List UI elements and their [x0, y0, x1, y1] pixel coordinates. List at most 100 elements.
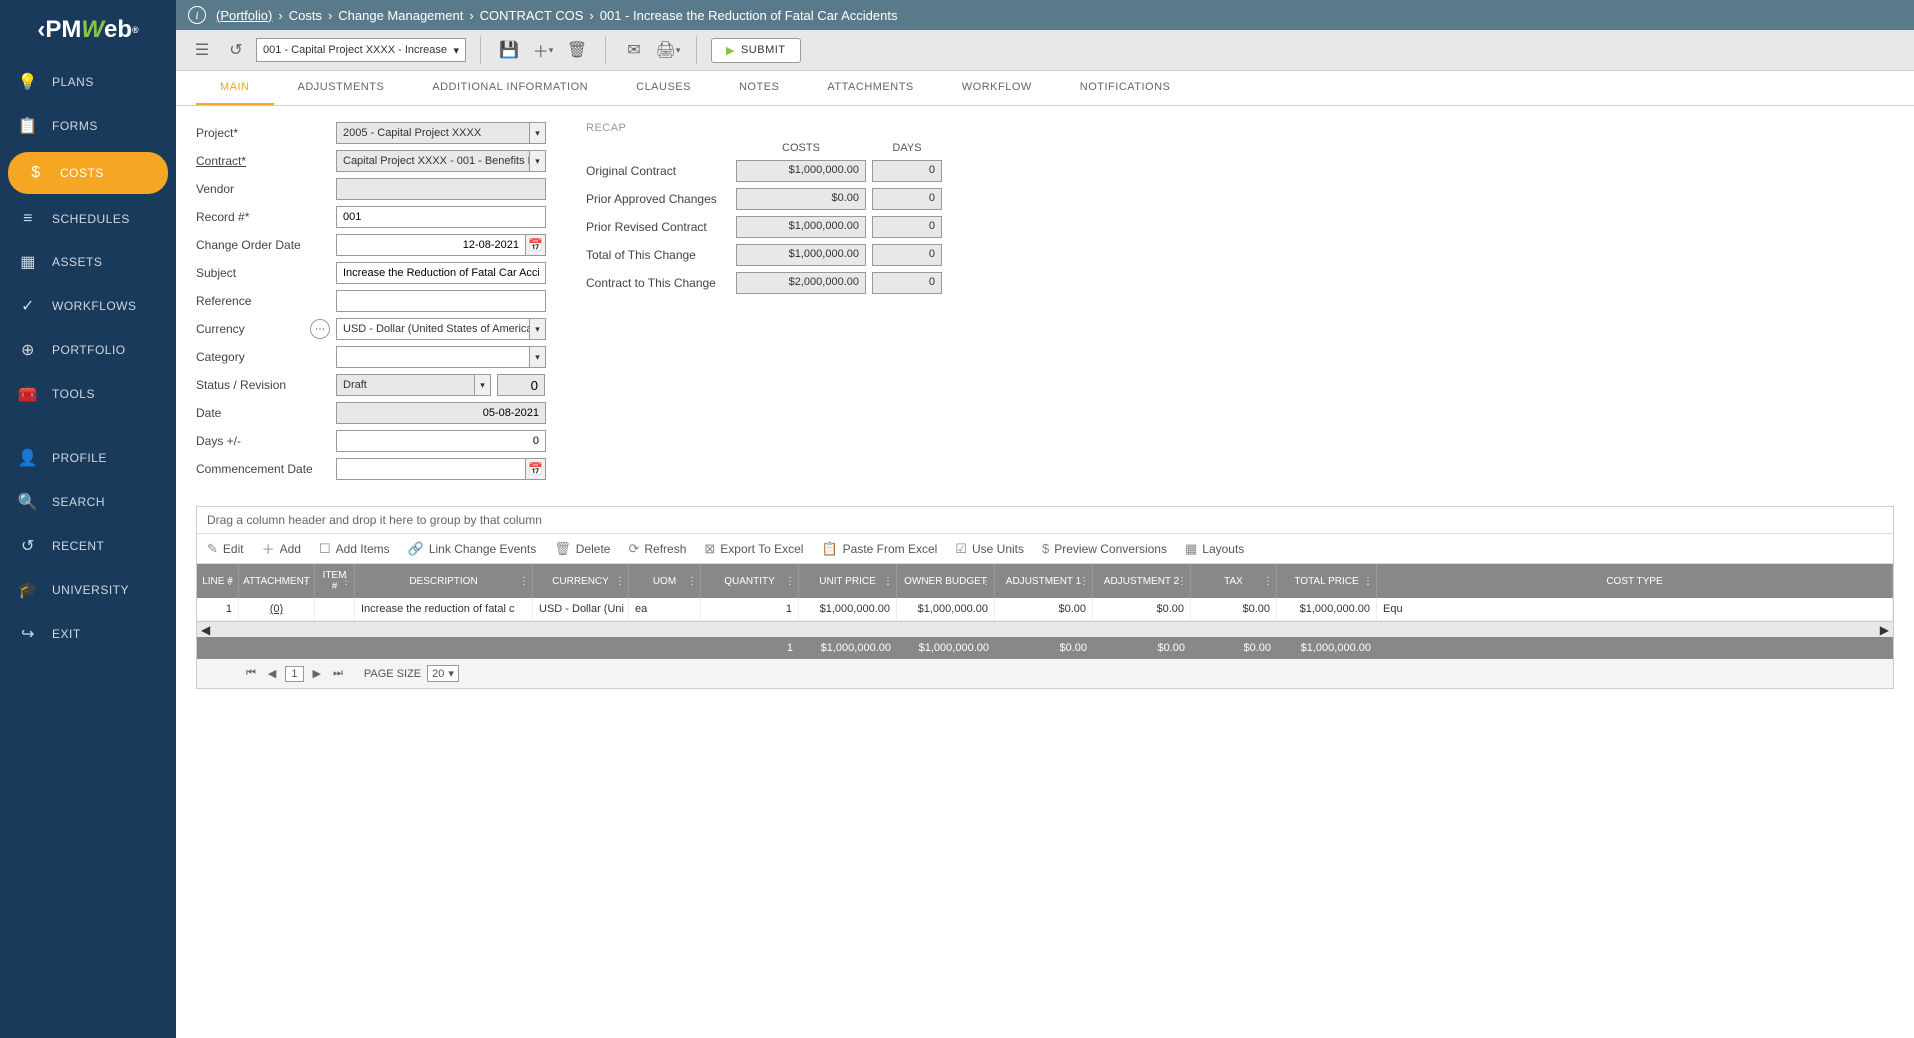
nav-schedules[interactable]: ≡SCHEDULES — [0, 198, 176, 240]
print-icon[interactable]: 🖨▾ — [654, 36, 682, 64]
add-items-button[interactable]: ☐Add Items — [319, 541, 390, 557]
col-adjustment-1[interactable]: ADJUSTMENT 1⋮ — [995, 564, 1093, 598]
info-icon[interactable]: i — [188, 6, 206, 24]
calendar-icon[interactable]: 📅 — [526, 234, 546, 256]
nav-costs[interactable]: $COSTS — [8, 152, 168, 194]
currency-dropdown[interactable]: USD - Dollar (United States of America)▾ — [336, 318, 546, 340]
add-icon[interactable]: ＋▾ — [529, 36, 557, 64]
attachment-link[interactable]: (0) — [239, 598, 315, 620]
pager-page-input[interactable]: 1 — [285, 666, 303, 682]
status-dropdown[interactable]: Draft▾ — [336, 374, 491, 396]
status-label: Status / Revision — [196, 378, 336, 392]
use-units-toggle[interactable]: ☑Use Units — [955, 541, 1024, 557]
tab-notifications[interactable]: NOTIFICATIONS — [1056, 71, 1195, 105]
grid-group-hint[interactable]: Drag a column header and drop it here to… — [197, 507, 1893, 534]
vendor-input — [336, 178, 546, 200]
link-change-events-button[interactable]: 🔗Link Change Events — [408, 541, 537, 557]
refresh-icon: ⟳ — [628, 541, 639, 557]
refresh-button[interactable]: ⟳Refresh — [628, 541, 686, 557]
email-icon[interactable]: ✉ — [620, 36, 648, 64]
preview-conversions-button[interactable]: $Preview Conversions — [1042, 541, 1167, 556]
export-excel-button[interactable]: ⊠Export To Excel — [704, 541, 803, 557]
pager-last-icon[interactable]: ⏭ — [330, 667, 346, 680]
nav-tools[interactable]: 🧰TOOLS — [0, 372, 176, 416]
reference-input[interactable] — [336, 290, 546, 312]
nav-search[interactable]: 🔍SEARCH — [0, 480, 176, 524]
project-label: Project* — [196, 126, 336, 140]
history-icon[interactable]: ↺ — [222, 36, 250, 64]
subject-input[interactable] — [336, 262, 546, 284]
nav-assets[interactable]: ▦ASSETS — [0, 240, 176, 284]
recap-row: Total of This Change$1,000,000.000 — [586, 244, 942, 266]
recap-row: Prior Approved Changes$0.000 — [586, 188, 942, 210]
pager-next-icon[interactable]: ▶ — [310, 667, 324, 680]
save-icon[interactable]: 💾 — [495, 36, 523, 64]
nav-workflows[interactable]: ✓WORKFLOWS — [0, 284, 176, 328]
list-icon[interactable]: ☰ — [188, 36, 216, 64]
commencement-date-input[interactable] — [336, 458, 526, 480]
record-dropdown[interactable]: 001 - Capital Project XXXX - Increase▾ — [256, 38, 466, 62]
col-description[interactable]: DESCRIPTION⋮ — [355, 564, 533, 598]
tab-additional-information[interactable]: ADDITIONAL INFORMATION — [408, 71, 612, 105]
paste-excel-button[interactable]: 📋Paste From Excel — [821, 541, 937, 557]
grid-row[interactable]: 1 (0) Increase the reduction of fatal c … — [197, 598, 1893, 621]
profile-icon: 👤 — [16, 448, 40, 468]
project-dropdown[interactable]: 2005 - Capital Project XXXX▾ — [336, 122, 546, 144]
trash-icon: 🗑 — [554, 541, 571, 557]
col-owner-budget[interactable]: OWNER BUDGET⋮ — [897, 564, 995, 598]
col-currency[interactable]: CURRENCY⋮ — [533, 564, 629, 598]
col-adjustment-2[interactable]: ADJUSTMENT 2⋮ — [1093, 564, 1191, 598]
delete-icon[interactable]: 🗑 — [563, 36, 591, 64]
nav-university[interactable]: 🎓UNIVERSITY — [0, 568, 176, 612]
tab-workflow[interactable]: WORKFLOW — [938, 71, 1056, 105]
nav-profile[interactable]: 👤PROFILE — [0, 436, 176, 480]
record-input[interactable] — [336, 206, 546, 228]
col-tax[interactable]: TAX⋮ — [1191, 564, 1277, 598]
contract-label[interactable]: Contract* — [196, 154, 336, 168]
layouts-button[interactable]: ▦Layouts — [1185, 541, 1244, 557]
date-label: Date — [196, 406, 336, 420]
nav-forms[interactable]: 📋FORMS — [0, 104, 176, 148]
breadcrumb-part[interactable]: Change Management — [338, 8, 463, 23]
breadcrumb-part[interactable]: CONTRACT COS — [480, 8, 584, 23]
nav-plans[interactable]: 💡PLANS — [0, 60, 176, 104]
tab-adjustments[interactable]: ADJUSTMENTS — [274, 71, 409, 105]
category-dropdown[interactable]: ▾ — [336, 346, 546, 368]
breadcrumb-part[interactable]: Costs — [289, 8, 322, 23]
col-uom[interactable]: UOM⋮ — [629, 564, 701, 598]
col-quantity[interactable]: QUANTITY⋮ — [701, 564, 799, 598]
col-total-price[interactable]: TOTAL PRICE⋮ — [1277, 564, 1377, 598]
tab-main[interactable]: MAIN — [196, 71, 274, 105]
link-icon: 🔗 — [408, 541, 424, 557]
col-item[interactable]: ITEM #⋮ — [315, 564, 355, 598]
pencil-icon: ✎ — [207, 541, 218, 557]
calendar-icon[interactable]: 📅 — [526, 458, 546, 480]
sidebar: ‹PMWeb® 💡PLANS📋FORMS$COSTS≡SCHEDULES▦ASS… — [0, 0, 176, 1038]
nav-recent[interactable]: ↺RECENT — [0, 524, 176, 568]
page-size-dropdown[interactable]: 20▾ — [427, 665, 459, 682]
delete-button[interactable]: 🗑Delete — [554, 541, 610, 557]
tab-notes[interactable]: NOTES — [715, 71, 803, 105]
col-cost-type[interactable]: COST TYPE — [1377, 564, 1893, 598]
col-unit-price[interactable]: UNIT PRICE⋮ — [799, 564, 897, 598]
add-button[interactable]: ＋Add — [262, 539, 301, 558]
submit-button[interactable]: ▶ SUBMIT — [711, 38, 801, 63]
pager-prev-icon[interactable]: ◀ — [265, 667, 279, 680]
grid: Drag a column header and drop it here to… — [196, 506, 1894, 689]
nav-portfolio[interactable]: ⊕PORTFOLIO — [0, 328, 176, 372]
pager-first-icon[interactable]: ⏮ — [243, 667, 259, 680]
col-line[interactable]: LINE #⋮ — [197, 564, 239, 598]
days-input[interactable] — [336, 430, 546, 452]
nav-exit[interactable]: ↪EXIT — [0, 612, 176, 656]
tab-attachments[interactable]: ATTACHMENTS — [803, 71, 937, 105]
play-icon: ▶ — [726, 44, 735, 57]
grid-horizontal-scrollbar[interactable]: ◀▶ — [197, 621, 1893, 637]
col-attachment[interactable]: ATTACHMENT⋮ — [239, 564, 315, 598]
tab-clauses[interactable]: CLAUSES — [612, 71, 715, 105]
breadcrumb-root[interactable]: (Portfolio) — [216, 8, 272, 23]
edit-button[interactable]: ✎Edit — [207, 541, 244, 557]
change-order-date-input[interactable] — [336, 234, 526, 256]
more-icon[interactable]: ⋯ — [310, 319, 330, 339]
contract-dropdown[interactable]: Capital Project XXXX - 001 - Benefits Re… — [336, 150, 546, 172]
grid-icon: ▦ — [1185, 541, 1197, 557]
